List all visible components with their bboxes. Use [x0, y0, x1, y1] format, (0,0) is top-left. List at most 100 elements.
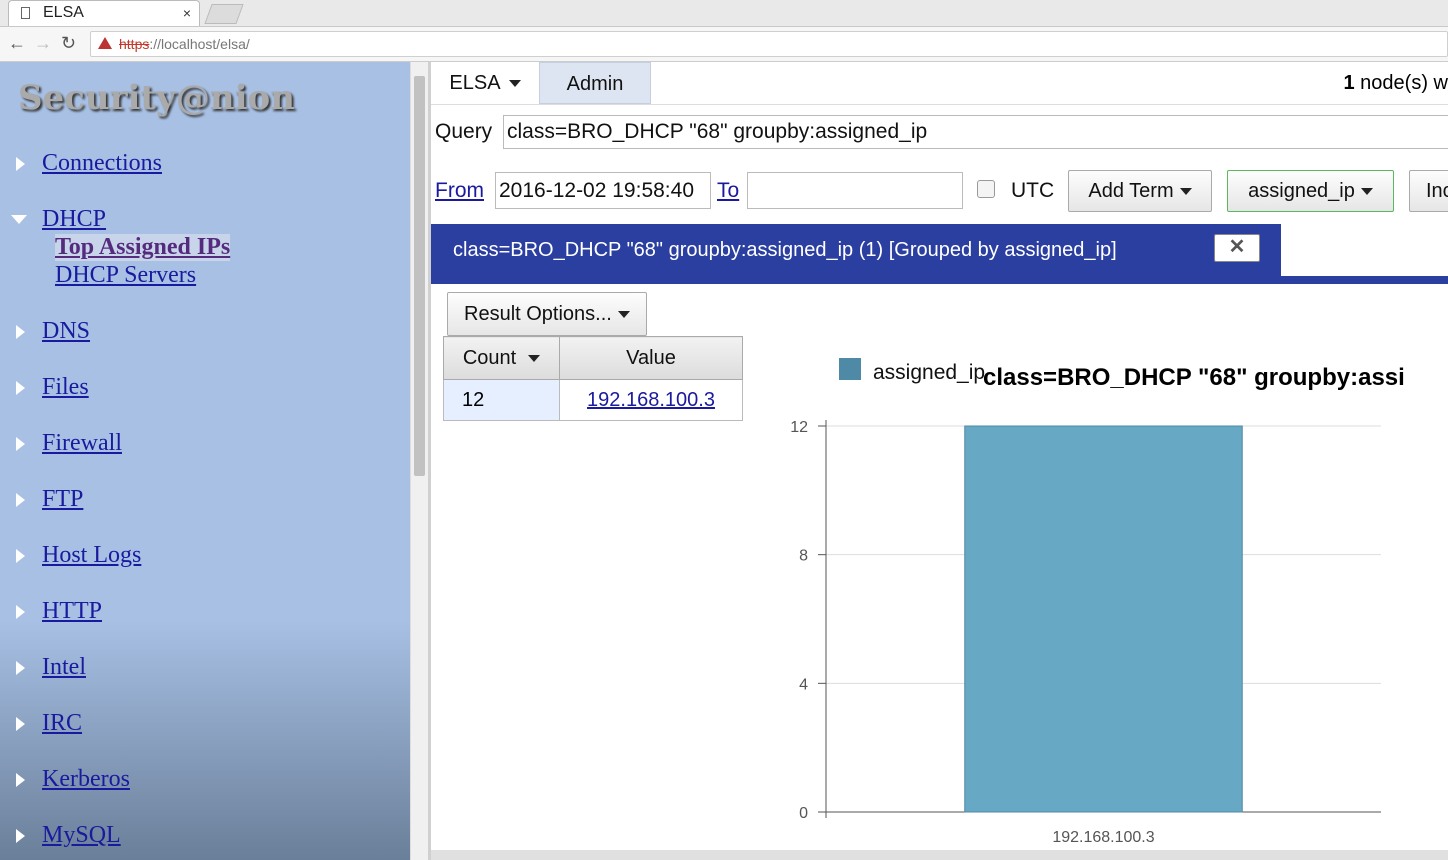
- sidebar-scroll-thumb[interactable]: [414, 76, 425, 476]
- nodes-status: 1 node(s) w: [1344, 62, 1448, 104]
- horizontal-scrollbar[interactable]: [431, 850, 1448, 860]
- sidebar-item-label[interactable]: Host Logs: [42, 542, 141, 569]
- close-tab-icon[interactable]: ×: [183, 5, 191, 21]
- collapsed-triangle-icon[interactable]: [16, 717, 25, 731]
- browser-nav-bar: ← → ↻ https://localhost/elsa/: [0, 27, 1448, 62]
- nodes-count: 1: [1343, 72, 1355, 94]
- sidebar-item-label[interactable]: FTP: [42, 486, 83, 513]
- query-label: Query: [435, 120, 493, 143]
- chevron-down-icon: [1360, 188, 1373, 196]
- sidebar-item-label[interactable]: Kerberos: [42, 766, 130, 793]
- main-panel: ELSA Admin 1 node(s) w Query From To UTC…: [431, 62, 1448, 860]
- index-button[interactable]: Inc: [1409, 170, 1448, 212]
- collapsed-triangle-icon[interactable]: [16, 549, 25, 563]
- top-menu: ELSA Admin 1 node(s) w: [431, 62, 1448, 105]
- count-cell: 12: [443, 379, 560, 421]
- from-link[interactable]: From: [435, 179, 484, 203]
- add-term-label: Add Term: [1088, 180, 1174, 202]
- warning-icon: [98, 37, 112, 49]
- result-options-button[interactable]: Result Options...: [447, 292, 647, 336]
- result-tab[interactable]: class=BRO_DHCP "68" groupby:assigned_ip …: [431, 224, 1281, 284]
- elsa-menu[interactable]: ELSA: [431, 62, 539, 104]
- expanded-triangle-icon[interactable]: [11, 215, 27, 224]
- legend-swatch: [839, 358, 861, 380]
- url-path: ://localhost/elsa/: [149, 36, 250, 52]
- collapsed-triangle-icon[interactable]: [16, 829, 25, 843]
- results-table: Count Value 12 192.168.100.3: [443, 336, 743, 421]
- url-scheme: https: [119, 36, 150, 52]
- collapsed-triangle-icon[interactable]: [16, 605, 25, 619]
- sidebar-item-label[interactable]: HTTP: [42, 598, 102, 625]
- y-tick-label: 12: [790, 419, 808, 436]
- result-tab-strip: class=BRO_DHCP "68" groupby:assigned_ip …: [431, 224, 1448, 284]
- utc-checkbox[interactable]: [977, 180, 995, 198]
- sidebar-item-label[interactable]: Connections: [42, 150, 162, 177]
- y-tick-label: 4: [799, 676, 808, 693]
- nodes-text: node(s) w: [1354, 72, 1448, 94]
- y-tick-label: 8: [799, 548, 808, 565]
- collapsed-triangle-icon[interactable]: [16, 773, 25, 787]
- to-date-input[interactable]: [747, 172, 963, 209]
- sidebar-item-label[interactable]: Firewall: [42, 430, 122, 457]
- utc-label: UTC: [1011, 179, 1055, 202]
- reload-icon[interactable]: ↻: [61, 33, 76, 54]
- sidebar-item-label[interactable]: MySQL: [42, 822, 121, 849]
- page-icon: [21, 7, 30, 19]
- legend-label: assigned_ip: [873, 361, 985, 384]
- value-cell: 192.168.100.3: [559, 379, 743, 421]
- value-header-label: Value: [626, 346, 676, 369]
- bar-chart: assigned_ipclass=BRO_DHCP "68" groupby:a…: [790, 358, 1405, 846]
- add-term-button[interactable]: Add Term: [1068, 170, 1212, 212]
- admin-menu-label: Admin: [566, 73, 624, 95]
- browser-tab-title: ELSA: [43, 4, 84, 21]
- new-tab-button[interactable]: [204, 4, 244, 24]
- address-bar[interactable]: https://localhost/elsa/: [90, 31, 1448, 57]
- collapsed-triangle-icon[interactable]: [16, 661, 25, 675]
- bar: [964, 425, 1243, 813]
- sidebar-item-label[interactable]: DNS: [42, 318, 90, 345]
- sidebar-item-label[interactable]: Intel: [42, 654, 86, 681]
- chart-title: class=BRO_DHCP "68" groupby:assi: [983, 364, 1405, 391]
- index-label: Inc: [1426, 180, 1448, 202]
- sidebar-item-label[interactable]: IRC: [42, 710, 82, 737]
- to-link[interactable]: To: [717, 179, 739, 203]
- result-tab-label: class=BRO_DHCP "68" groupby:assigned_ip …: [453, 239, 1117, 261]
- count-header-label: Count: [462, 346, 517, 369]
- table-row: 12 192.168.100.3: [443, 379, 743, 421]
- collapsed-triangle-icon[interactable]: [16, 325, 25, 339]
- collapsed-triangle-icon[interactable]: [16, 437, 25, 451]
- value-column-header[interactable]: Value: [559, 336, 743, 380]
- browser-tab[interactable]: ELSA ×: [8, 0, 200, 26]
- chevron-down-icon: [508, 80, 521, 88]
- sidebar-scrollbar[interactable]: [410, 62, 429, 860]
- elsa-menu-label: ELSA: [449, 72, 501, 94]
- close-result-tab-button[interactable]: ✕: [1214, 234, 1260, 262]
- groupby-button[interactable]: assigned_ip: [1227, 170, 1394, 212]
- query-input[interactable]: [503, 115, 1448, 149]
- sidebar-subitem-top-assigned-ips[interactable]: Top Assigned IPs: [55, 234, 231, 261]
- sidebar-item-label[interactable]: Files: [42, 374, 89, 401]
- from-date-input[interactable]: [495, 172, 711, 209]
- browser-tab-bar: ELSA ×: [0, 0, 1448, 27]
- value-link[interactable]: 192.168.100.3: [587, 389, 715, 411]
- collapsed-triangle-icon[interactable]: [16, 493, 25, 507]
- table-header-row: Count Value: [443, 336, 743, 380]
- forward-icon[interactable]: →: [34, 33, 52, 54]
- collapsed-triangle-icon[interactable]: [16, 381, 25, 395]
- count-column-header[interactable]: Count: [443, 336, 560, 380]
- sidebar-subitem-dhcp-servers[interactable]: DHCP Servers: [55, 262, 196, 289]
- result-options-label: Result Options...: [464, 303, 612, 325]
- y-tick-label: 0: [799, 805, 808, 822]
- sidebar: Security@nion Connections DHCP Top Assigne…: [0, 62, 410, 860]
- groupby-label: assigned_ip: [1248, 180, 1355, 202]
- url-text: https://localhost/elsa/: [119, 36, 250, 52]
- security-onion-logo: Security@nion: [18, 78, 295, 118]
- back-icon[interactable]: ←: [8, 33, 26, 54]
- chevron-down-icon: [617, 311, 630, 319]
- admin-menu[interactable]: Admin: [539, 62, 651, 104]
- x-tick-label: 192.168.100.3: [1052, 829, 1154, 846]
- sidebar-item-label[interactable]: DHCP: [42, 206, 106, 233]
- chevron-down-icon: [1179, 188, 1192, 196]
- collapsed-triangle-icon[interactable]: [16, 157, 25, 171]
- sort-down-icon: [528, 354, 541, 362]
